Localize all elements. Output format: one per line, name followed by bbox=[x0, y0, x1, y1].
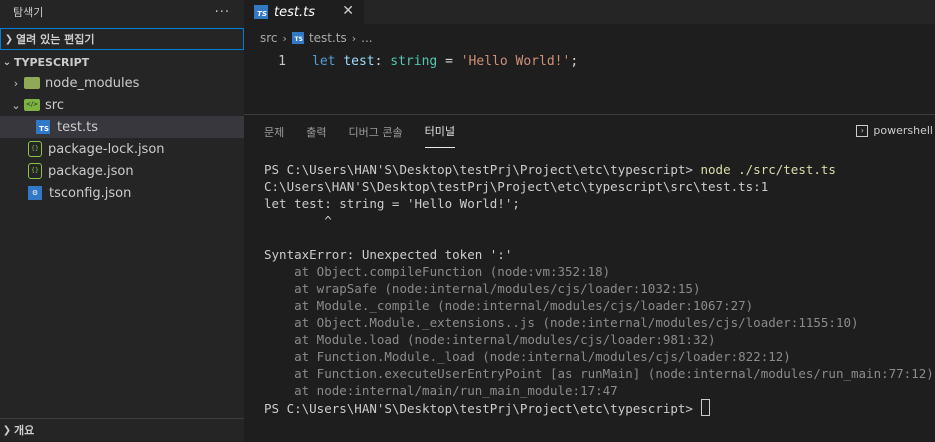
breadcrumb-folder[interactable]: src bbox=[260, 31, 278, 45]
terminal-shell-selector[interactable]: › powershell bbox=[856, 124, 933, 137]
outline-label: 개요 bbox=[14, 424, 35, 437]
terminal-output[interactable]: PS C:\Users\HAN'S\Desktop\testPrj\Projec… bbox=[264, 161, 934, 417]
tab-problems[interactable]: 문제 bbox=[264, 115, 284, 148]
line-number: 1 bbox=[278, 53, 286, 69]
chevron-right-icon: ❯ bbox=[2, 424, 12, 436]
chevron-down-icon: ⌄ bbox=[11, 98, 21, 112]
json-file-icon: {} bbox=[28, 141, 42, 157]
tree-item-label: src bbox=[45, 97, 64, 113]
tab-label: test.ts bbox=[274, 4, 315, 20]
tab-output[interactable]: 출력 bbox=[306, 115, 326, 148]
tree-item-node-modules[interactable]: › node_modules bbox=[0, 72, 244, 94]
tab-terminal[interactable]: 터미널 bbox=[424, 115, 455, 148]
tab-test-ts[interactable]: TS test.ts ✕ bbox=[244, 0, 364, 24]
tree-item-label: package-lock.json bbox=[48, 141, 165, 157]
tree-item-label: test.ts bbox=[57, 119, 98, 135]
terminal-cursor bbox=[700, 399, 710, 416]
project-section[interactable]: ⌄ TYPESCRIPT bbox=[0, 52, 244, 72]
json-file-icon: {} bbox=[28, 163, 42, 179]
project-label: TYPESCRIPT bbox=[14, 55, 90, 69]
editor-area: TS test.ts ✕ src › TS test.ts › ... 1 le… bbox=[244, 0, 935, 442]
breadcrumb-more[interactable]: ... bbox=[361, 31, 372, 45]
explorer-sidebar: 탐색기 ··· ❯ 열려 있는 편집기 ⌄ TYPESCRIPT › node_… bbox=[0, 0, 244, 441]
breadcrumb: src › TS test.ts › ... bbox=[244, 24, 935, 52]
tab-debug-console[interactable]: 디버그 콘솔 bbox=[349, 115, 403, 148]
explorer-title: 탐색기 bbox=[13, 6, 44, 19]
open-editors-section[interactable]: ❯ 열려 있는 편집기 bbox=[0, 28, 244, 50]
typescript-file-icon: TS bbox=[254, 5, 268, 19]
explorer-header: 탐색기 ··· bbox=[0, 0, 244, 24]
close-icon[interactable]: ✕ bbox=[342, 3, 354, 19]
typescript-file-icon: TS bbox=[291, 32, 304, 44]
src-folder-icon: </> bbox=[24, 99, 40, 111]
tab-bar: TS test.ts ✕ bbox=[244, 0, 935, 24]
panel-tabs: 문제 출력 디버그 콘솔 터미널 bbox=[244, 115, 935, 148]
breadcrumb-file[interactable]: test.ts bbox=[309, 31, 347, 45]
tree-item-tsconfig[interactable]: ⚙ tsconfig.json bbox=[0, 182, 244, 204]
tree-item-label: node_modules bbox=[45, 75, 140, 91]
code-text[interactable]: let test: string = 'Hello World!'; bbox=[312, 54, 578, 69]
shell-label: powershell bbox=[873, 124, 933, 137]
folder-icon bbox=[24, 77, 40, 89]
chevron-right-icon: › bbox=[13, 76, 19, 90]
chevron-right-icon: › bbox=[282, 31, 287, 45]
tsconfig-file-icon: ⚙ bbox=[28, 186, 42, 200]
chevron-right-icon: › bbox=[351, 31, 357, 45]
more-actions-icon[interactable]: ··· bbox=[215, 5, 230, 20]
bottom-panel: 문제 출력 디버그 콘솔 터미널 › powershell PS C:\User… bbox=[244, 114, 935, 442]
tree-item-src[interactable]: ⌄ </> src bbox=[0, 94, 244, 116]
terminal-icon: › bbox=[856, 124, 869, 137]
outline-section[interactable]: ❯ 개요 bbox=[0, 418, 244, 441]
typescript-file-icon: TS bbox=[36, 120, 50, 134]
tree-item-package-json[interactable]: {} package.json bbox=[0, 160, 244, 182]
tree-item-test-ts[interactable]: TS test.ts bbox=[0, 116, 244, 138]
chevron-down-icon: ⌄ bbox=[2, 56, 12, 68]
tree-item-label: package.json bbox=[48, 163, 134, 179]
code-line[interactable]: 1 let test: string = 'Hello World!'; bbox=[244, 52, 935, 70]
tree-item-label: tsconfig.json bbox=[49, 185, 132, 201]
chevron-right-icon: ❯ bbox=[4, 33, 14, 45]
tree-item-package-lock[interactable]: {} package-lock.json bbox=[0, 138, 244, 160]
open-editors-label: 열려 있는 편집기 bbox=[16, 33, 95, 46]
